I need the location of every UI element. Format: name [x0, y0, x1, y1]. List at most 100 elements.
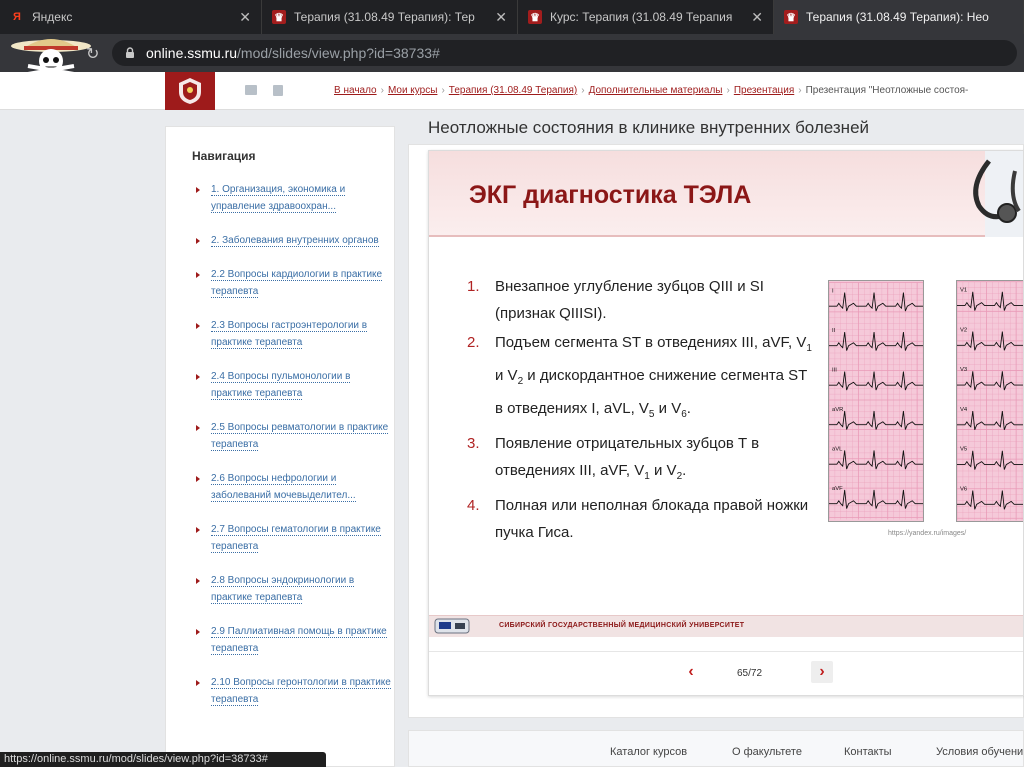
slide-footer: СИБИРСКИЙ ГОСУДАРСТВЕННЫЙ МЕДИЦИНСКИЙ УН…	[429, 615, 1023, 637]
tab-title: Курс: Терапия (31.08.49 Терапия	[550, 10, 733, 24]
item-text: Появление отрицательных зубцов T в отвед…	[495, 435, 760, 482]
nav-item[interactable]: 2.10 Вопросы геронтологии в практике тер…	[186, 674, 391, 708]
ecg-trace	[829, 371, 923, 391]
tab-title: Терапия (31.08.49 Терапия): Тер	[294, 10, 475, 24]
nav-item-label[interactable]: 2.3 Вопросы гастроэнтерологии в практике…	[211, 320, 368, 349]
nav-item[interactable]: 2.9 Паллиативная помощь в практике терап…	[186, 623, 391, 657]
ecg-trace	[957, 410, 1023, 430]
item-number: 4.	[467, 497, 480, 514]
ecg-lead-label: III	[832, 367, 837, 373]
grid-icon[interactable]	[273, 85, 283, 96]
browser-tab-therapy-1[interactable]: ♛ Терапия (31.08.49 Терапия): Тер ✕	[262, 0, 518, 34]
breadcrumb-materials[interactable]: Дополнительные материалы	[589, 85, 723, 96]
next-slide-button[interactable]: ›	[811, 661, 833, 683]
ecg-trace	[957, 371, 1023, 391]
nav-item[interactable]: 2.2 Вопросы кардиологии в практике терап…	[186, 266, 391, 300]
breadcrumb-current: Презентация "Неотложные состоя-	[805, 85, 969, 96]
presentation-slide: ЭКГ диагностика ТЭЛА 1. Внезапное углубле…	[428, 150, 1024, 696]
nav-item-label[interactable]: 2.4 Вопросы пульмонологии в практике тер…	[211, 371, 351, 400]
ecg-lead-label: V6	[960, 486, 968, 492]
address-bar[interactable]: online.ssmu.ru/mod/slides/view.php?id=38…	[112, 40, 1017, 66]
criterion-item: 2. Подъем сегмента ST в отведениях III, a…	[467, 329, 812, 428]
item-text: Подъем сегмента ST в отведениях III, aVF…	[495, 334, 812, 420]
navigation-list: 1. Организация, экономика и управление з…	[186, 181, 391, 725]
nav-item[interactable]: 2.4 Вопросы пульмонологии в практике тер…	[186, 368, 391, 402]
reload-icon[interactable]: ↻	[86, 44, 99, 64]
item-number: 1.	[467, 278, 480, 295]
ecg-lead-label: V5	[960, 447, 968, 453]
nav-item[interactable]: 2.8 Вопросы эндокринологии в практике те…	[186, 572, 391, 606]
nav-item-label[interactable]: 2.5 Вопросы ревматологии в практике тера…	[211, 422, 389, 451]
ssmu-logo[interactable]	[165, 72, 215, 110]
university-name: СИБИРСКИЙ ГОСУДАРСТВЕННЫЙ МЕДИЦИНСКИЙ УН…	[499, 622, 745, 629]
nav-item-label[interactable]: 2.9 Паллиативная помощь в практике терап…	[211, 626, 387, 655]
nav-item[interactable]: 2.3 Вопросы гастроэнтерологии в практике…	[186, 317, 391, 351]
breadcrumb-my-courses[interactable]: Мои курсы	[388, 85, 438, 96]
footer-link-contacts[interactable]: Контакты	[844, 746, 892, 758]
nav-item[interactable]: 2.5 Вопросы ревматологии в практике тера…	[186, 419, 391, 453]
breadcrumb-home[interactable]: В начало	[334, 85, 377, 96]
ecg-lead-label: V3	[960, 367, 968, 373]
footer-link-about[interactable]: О факультете	[732, 746, 802, 758]
ecg-lead-label: II	[832, 328, 836, 334]
close-icon[interactable]: ✕	[751, 9, 763, 26]
breadcrumb: В начало › Мои курсы › Терапия (31.08.49 Тер…	[334, 85, 969, 96]
nav-item[interactable]: 2.6 Вопросы нефрологии и заболеваний моч…	[186, 470, 391, 504]
item-text: Внезапное углубление зубцов QIII и SI (п…	[495, 278, 764, 322]
ssmu-crest-icon: ♛	[784, 10, 798, 24]
close-icon[interactable]: ✕	[495, 9, 507, 26]
nav-item-label[interactable]: 1. Организация, экономика и управление з…	[211, 184, 346, 213]
stethoscope-icon	[973, 151, 1023, 237]
tab-title: Терапия (31.08.49 Терапия): Нео	[806, 10, 989, 24]
nav-item[interactable]: 2.7 Вопросы гематологии в практике терап…	[186, 521, 391, 555]
medical-device-icon	[434, 618, 470, 634]
previous-slide-button[interactable]: ‹	[680, 661, 702, 683]
ecg-lead-label: aVR	[832, 407, 843, 413]
criterion-item: 4. Полная или неполная блокада правой нож…	[467, 492, 812, 546]
nav-item-label[interactable]: 2.6 Вопросы нефрологии и заболеваний моч…	[211, 473, 356, 502]
ecg-trace	[829, 292, 923, 312]
nav-item-label[interactable]: 2.2 Вопросы кардиологии в практике терап…	[211, 269, 383, 298]
tab-title: Яндекс	[32, 10, 73, 24]
close-icon[interactable]: ✕	[239, 9, 251, 26]
breadcrumb-course[interactable]: Терапия (31.08.49 Терапия)	[449, 85, 577, 96]
browser-tab-course[interactable]: ♛ Курс: Терапия (31.08.49 Терапия ✕	[518, 0, 774, 34]
nav-item-label[interactable]: 2.10 Вопросы геронтологии в практике тер…	[211, 677, 391, 706]
ecg-strip-chest-leads: V1 V2 V3 V4 V5 V6	[956, 280, 1023, 522]
item-number: 3.	[467, 435, 480, 452]
ecg-lead-label: V1	[960, 288, 967, 294]
slide-title: ЭКГ диагностика ТЭЛА	[469, 181, 752, 209]
slide-pager: ‹ 65/72 ›	[429, 651, 1023, 687]
ecg-trace	[957, 450, 1023, 470]
nav-item-label[interactable]: 2. Заболевания внутренних органов	[211, 235, 379, 247]
footer-link-terms[interactable]: Условия обучени	[936, 746, 1023, 758]
mail-icon[interactable]	[245, 85, 257, 95]
browser-tab-strip: Я Яндекс ✕ ♛ Терапия (31.08.49 Терапия):…	[0, 0, 1024, 34]
ecg-lead-label: I	[832, 288, 834, 294]
ecg-trace	[829, 450, 923, 470]
navigation-heading: Навигация	[192, 149, 256, 163]
criterion-item: 1. Внезапное углубление зубцов QIII и SI …	[467, 273, 812, 327]
nav-item-label[interactable]: 2.8 Вопросы эндокринологии в практике те…	[211, 575, 355, 604]
ecg-strip-limb-leads: IIIIIIaVRaVLaVF	[828, 280, 924, 522]
ecg-lead-label: aVF	[832, 486, 843, 492]
nav-item[interactable]: 1. Организация, экономика и управление з…	[186, 181, 391, 215]
ssmu-crest-icon: ♛	[528, 10, 542, 24]
footer-link-catalog[interactable]: Каталог курсов	[610, 746, 687, 758]
ecg-trace	[829, 410, 923, 430]
item-text: Полная или неполная блокада правой ножки…	[495, 497, 809, 541]
yandex-icon: Я	[13, 11, 21, 23]
nav-item[interactable]: 2. Заболевания внутренних органов	[186, 232, 391, 249]
pirate-skull-icon	[11, 39, 91, 76]
ecg-trace	[957, 291, 1023, 311]
url-path: /mod/slides/view.php?id=38733#	[237, 45, 440, 61]
breadcrumb-presentation[interactable]: Презентация	[734, 85, 794, 96]
slide-criteria-list: 1. Внезапное углубление зубцов QIII и SI …	[467, 273, 812, 548]
ssmu-crest-icon	[179, 78, 201, 104]
browser-tab-yandex[interactable]: Я Яндекс ✕	[0, 0, 262, 34]
ecg-lead-label: V2	[960, 327, 967, 333]
browser-tab-therapy-active[interactable]: ♛ Терапия (31.08.49 Терапия): Нео	[774, 0, 1024, 34]
navigation-block: Навигация 1. Организация, экономика и уп…	[165, 126, 395, 767]
nav-item-label[interactable]: 2.7 Вопросы гематологии в практике терап…	[211, 524, 381, 553]
ssmu-crest-icon: ♛	[272, 10, 286, 24]
